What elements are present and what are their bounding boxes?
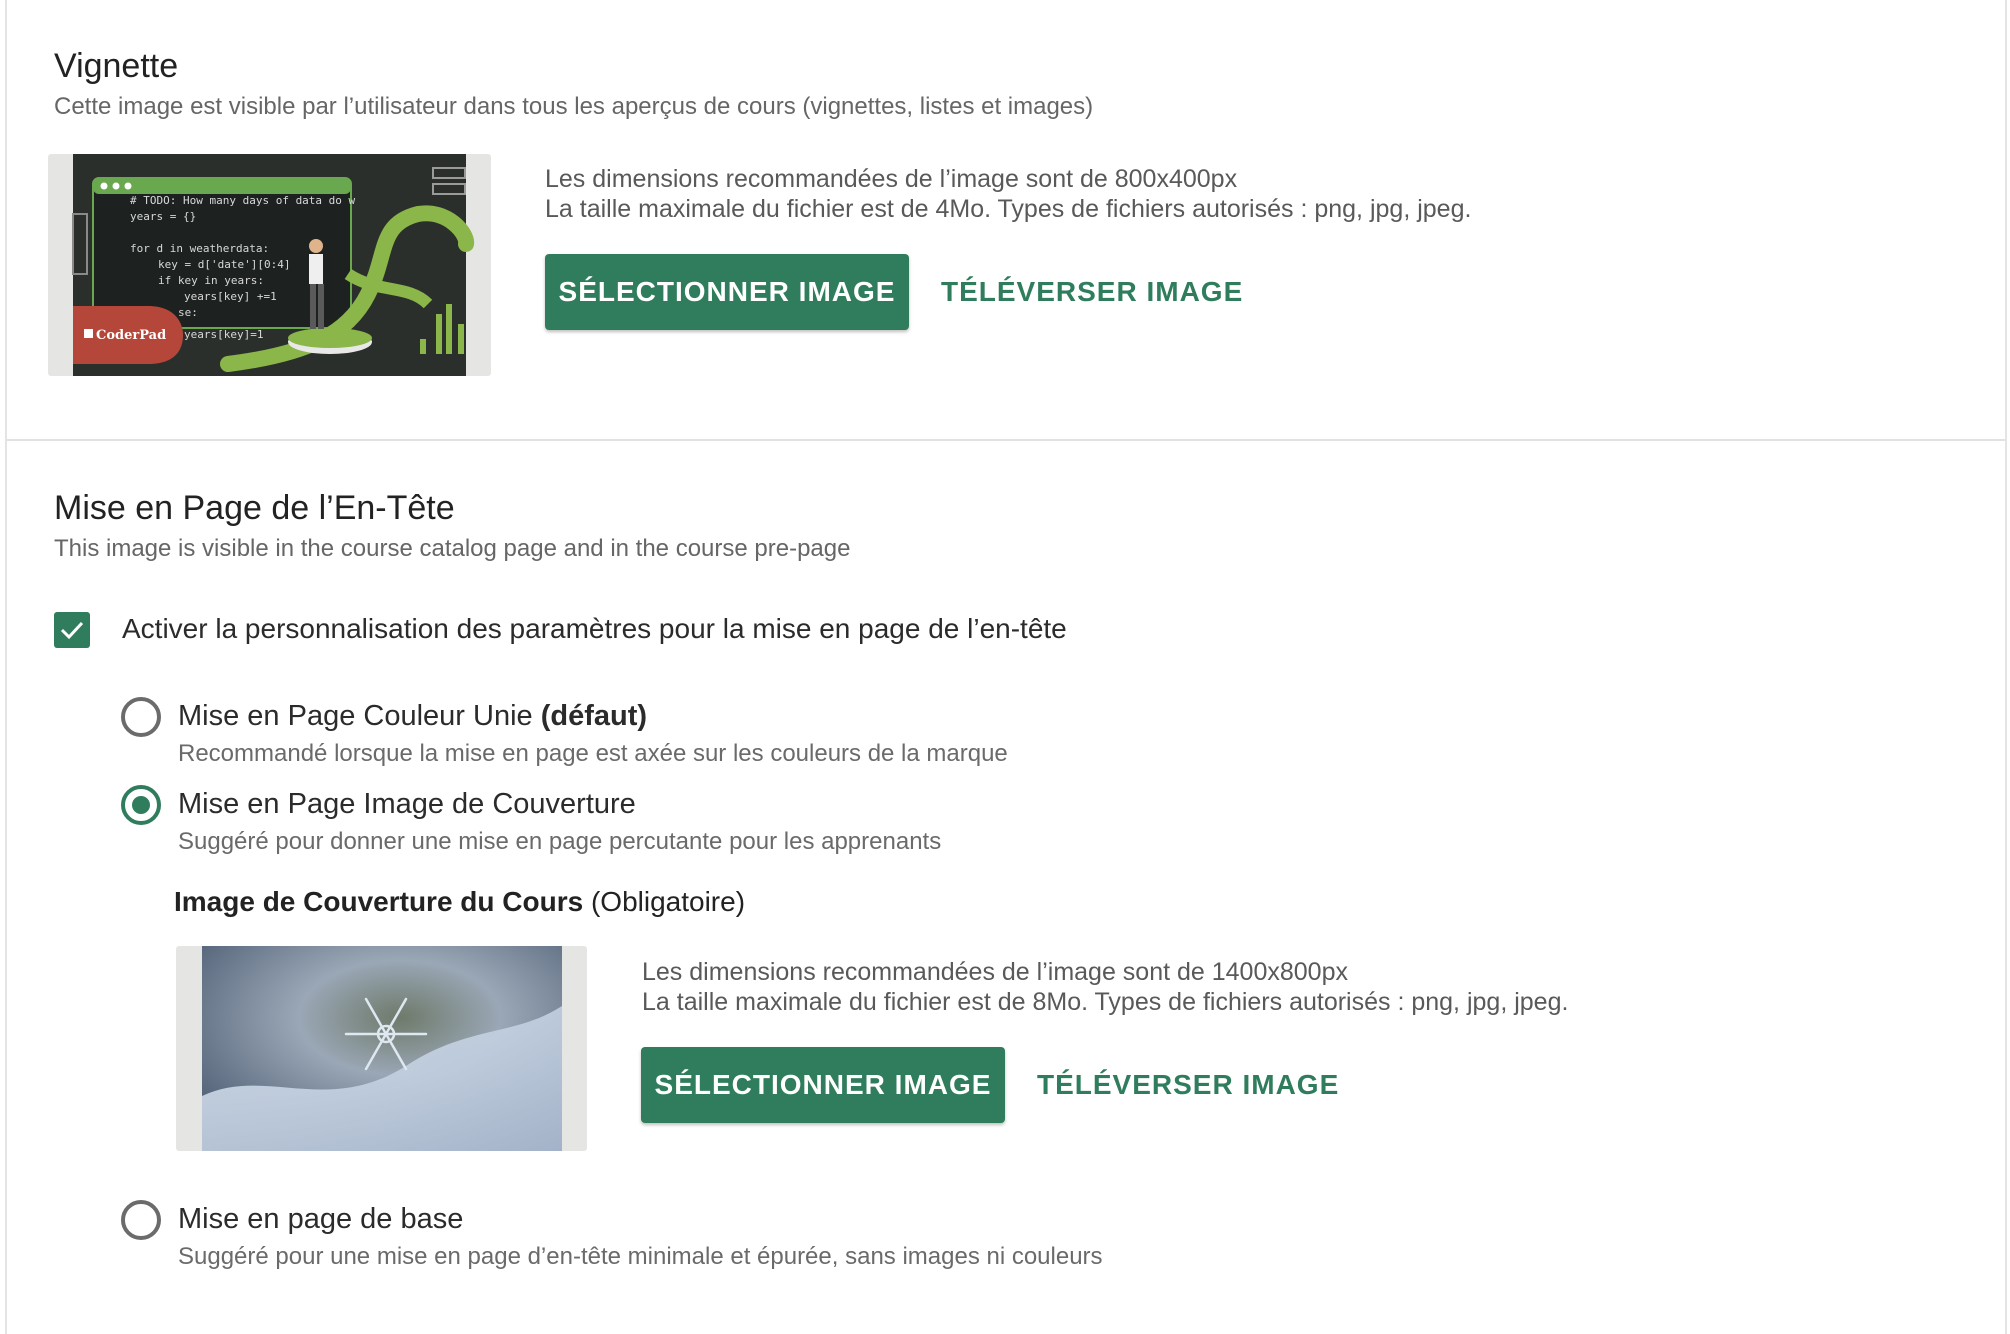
- basic-layout-description: Suggéré pour une mise en page d’en-tête …: [178, 1243, 1103, 1270]
- code-line: years = {}: [130, 210, 196, 223]
- default-tag: (défaut): [540, 700, 648, 732]
- brand-name: CoderPad: [96, 328, 166, 343]
- solid-color-layout-label[interactable]: Mise en Page Couleur Unie (défaut): [178, 700, 647, 733]
- cover-image-layout-label[interactable]: Mise en Page Image de Couverture: [178, 788, 636, 821]
- code-line: key = d['date'][0:4]: [158, 258, 290, 271]
- thumbnail-section-title: Vignette: [54, 47, 179, 85]
- cover-select-image-button[interactable]: SÉLECTIONNER IMAGE: [641, 1047, 1005, 1123]
- solid-color-layout-description: Recommandé lorsque la mise en page est a…: [178, 740, 1008, 767]
- right-border: [2005, 0, 2007, 1334]
- cover-upload-image-button[interactable]: TÉLÉVERSER IMAGE: [1037, 1047, 1339, 1123]
- radio-solid-color-layout[interactable]: [121, 697, 161, 737]
- left-border: [5, 0, 7, 1334]
- code-line: for d in weatherdata:: [130, 242, 269, 255]
- thumbnail-dimensions-info: Les dimensions recommandées de l’image s…: [545, 165, 1238, 193]
- code-line: years[key]=1: [184, 328, 263, 341]
- thumbnail-filesize-info: La taille maximale du fichier est de 4Mo…: [545, 195, 1472, 223]
- section-divider: [7, 439, 2005, 441]
- basic-layout-label[interactable]: Mise en page de base: [178, 1203, 463, 1236]
- cover-image-layout-description: Suggéré pour donner une mise en page per…: [178, 828, 942, 855]
- radio-cover-image-layout[interactable]: [121, 785, 161, 825]
- customize-header-label[interactable]: Activer la personnalisation des paramètr…: [122, 613, 1067, 645]
- cover-image-preview: [176, 946, 587, 1151]
- snowflake-image: [202, 946, 562, 1151]
- thumbnail-select-image-button[interactable]: SÉLECTIONNER IMAGE: [545, 254, 909, 330]
- code-line: years[key] +=1: [184, 290, 277, 303]
- thumbnail-image: # TODO: How many days of data do w years…: [72, 154, 475, 376]
- thumbnail-section-subtitle: Cette image est visible par l’utilisateu…: [54, 93, 1094, 120]
- header-layout-title: Mise en Page de l’En-Tête: [54, 489, 455, 527]
- course-cover-image-label: Image de Couverture du Cours (Obligatoir…: [174, 886, 746, 917]
- code-line: se:: [178, 306, 198, 319]
- code-line: # TODO: How many days of data do w: [130, 194, 356, 207]
- radio-basic-layout[interactable]: [121, 1200, 161, 1240]
- cover-filesize-info: La taille maximale du fichier est de 8Mo…: [642, 988, 1569, 1016]
- code-line: if key in years:: [158, 274, 264, 287]
- thumbnail-upload-image-button[interactable]: TÉLÉVERSER IMAGE: [941, 254, 1243, 330]
- cover-dimensions-info: Les dimensions recommandées de l’image s…: [642, 958, 1348, 986]
- checkmark-icon: [60, 621, 84, 640]
- thumbnail-preview: # TODO: How many days of data do w years…: [48, 154, 491, 376]
- customize-header-checkbox[interactable]: [54, 612, 90, 648]
- required-tag: (Obligatoire): [590, 886, 746, 917]
- header-layout-subtitle: This image is visible in the course cata…: [54, 535, 851, 562]
